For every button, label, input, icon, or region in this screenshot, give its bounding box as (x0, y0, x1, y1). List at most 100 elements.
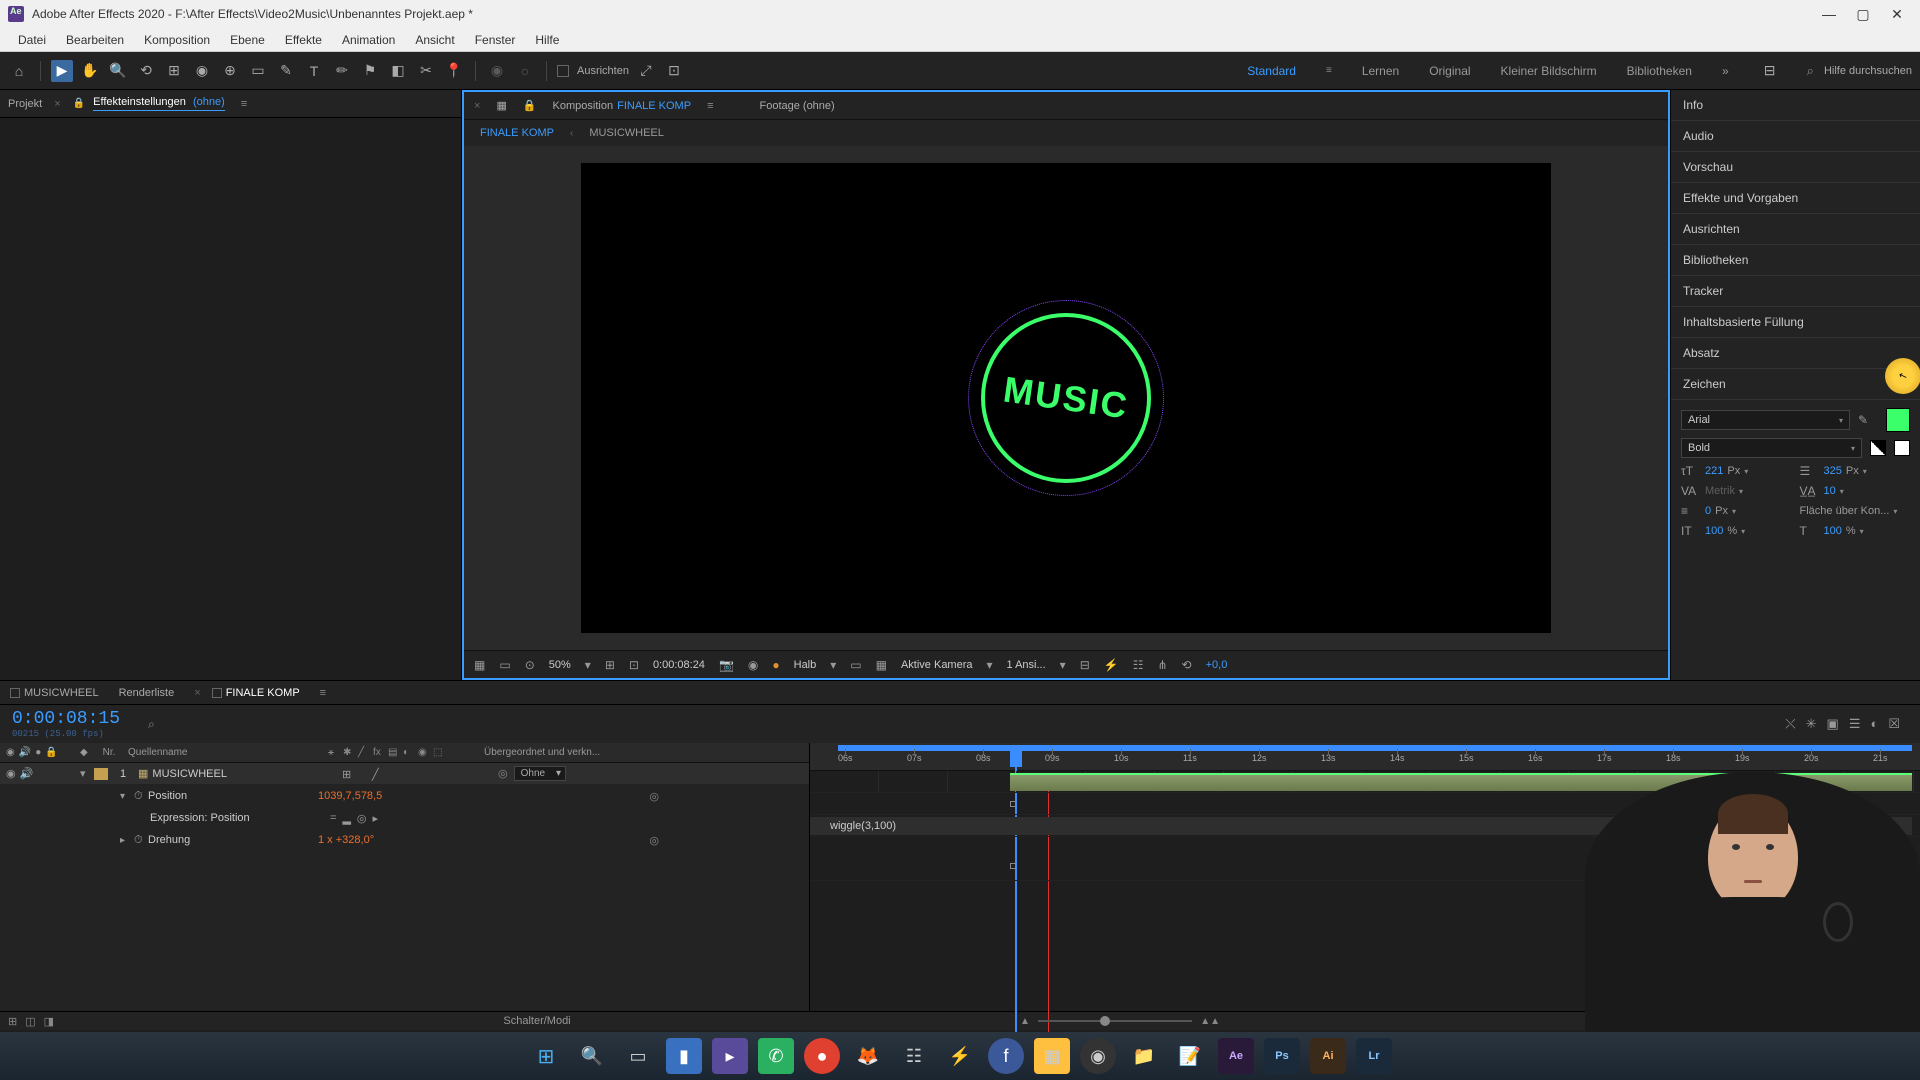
switches-modes-toggle[interactable]: Schalter/Modi (54, 1015, 1020, 1027)
stroke-width-value[interactable]: 0 (1705, 505, 1711, 517)
menu-datei[interactable]: Datei (8, 33, 56, 47)
color-mgmt-icon[interactable]: ● (772, 658, 779, 672)
keyframe-marker[interactable] (1010, 801, 1016, 807)
close-button[interactable]: ✕ (1890, 7, 1904, 21)
menu-hilfe[interactable]: Hilfe (525, 33, 569, 47)
chevron-down-icon[interactable]: ▾ (1840, 487, 1844, 496)
motion-blur-switch-icon[interactable]: ◐ (403, 747, 415, 758)
panel-zeichen[interactable]: Zeichen ≡ (1671, 369, 1920, 400)
ruler-tick[interactable]: 12s (1252, 753, 1267, 763)
no-fill-icon[interactable] (1870, 440, 1886, 456)
tab-finale-komp[interactable]: × FINALE KOMP (194, 687, 299, 699)
snap-grid-icon[interactable]: ⊡ (663, 60, 685, 82)
chevron-down-icon[interactable]: ▾ (1741, 527, 1745, 536)
taskbar-app-icon[interactable]: ☷ (896, 1038, 932, 1074)
leading-value[interactable]: 325 (1824, 465, 1842, 477)
prop-rotation-value[interactable]: 1 x +328,0° (318, 834, 374, 846)
playhead[interactable] (1010, 751, 1022, 767)
fx-switch-icon[interactable]: fx (373, 747, 385, 758)
chevron-down-icon[interactable]: ▾ (1860, 527, 1864, 536)
ruler-tick[interactable]: 13s (1321, 753, 1336, 763)
taskbar-start-icon[interactable]: ⊞ (528, 1038, 564, 1074)
viewer-lock-icon[interactable]: ▦ (496, 99, 506, 112)
comp-flowchart-icon[interactable]: ⤬ (1785, 716, 1795, 732)
lock-icon[interactable]: 🔒 (73, 98, 85, 109)
tab-effekteinstellungen[interactable]: Effekteinstellungen (ohne) (93, 96, 225, 111)
audio-toggle-icon[interactable]: 🔊 (20, 767, 34, 780)
lock-column-icon[interactable]: 🔒 (45, 747, 57, 758)
collapse-transform-switch[interactable]: ⊞ (342, 768, 354, 780)
dropdown-icon[interactable]: ▾ (830, 658, 836, 672)
menu-bearbeiten[interactable]: Bearbeiten (56, 33, 134, 47)
snapping-options-icon[interactable]: ⤢ (635, 60, 657, 82)
taskbar-taskview-icon[interactable]: ▭ (620, 1038, 656, 1074)
pickwhip-icon[interactable]: ◎ (649, 834, 659, 847)
breadcrumb-musicwheel[interactable]: MUSICWHEEL (589, 127, 664, 139)
menu-animation[interactable]: Animation (332, 33, 405, 47)
zoom-slider[interactable] (1038, 1020, 1192, 1022)
zoom-dropdown-icon[interactable]: ▾ (585, 658, 591, 672)
taskbar-app-icon[interactable]: ▸ (712, 1038, 748, 1074)
stopwatch-icon[interactable]: ⏱ (134, 834, 148, 847)
ruler-tick[interactable]: 06s (838, 753, 853, 763)
home-icon[interactable]: ⌂ (8, 60, 30, 82)
ruler-tick[interactable]: 14s (1390, 753, 1405, 763)
current-timecode[interactable]: 0:00:08:15 00215 (25.00 fps) (0, 705, 132, 743)
taskbar-illustrator-icon[interactable]: Ai (1310, 1038, 1346, 1074)
chevron-down-icon[interactable]: ▾ (1863, 467, 1867, 476)
views-dropdown[interactable]: 1 Ansi... (1007, 659, 1046, 671)
ruler-tick[interactable]: 09s (1045, 753, 1060, 763)
pen-tool-icon[interactable]: ✎ (275, 60, 297, 82)
panel-menu-icon[interactable]: ≡ (707, 100, 713, 112)
shy-switch-icon[interactable]: ⚹ (328, 747, 340, 758)
safe-zones-icon[interactable]: ⊞ (605, 658, 615, 672)
solo-column-icon[interactable]: ● (35, 747, 41, 758)
panel-vorschau[interactable]: Vorschau (1671, 152, 1920, 183)
ruler-tick[interactable]: 11s (1183, 753, 1197, 763)
panel-absatz[interactable]: Absatz (1671, 338, 1920, 369)
render-toggle-icon[interactable]: ▭ (499, 658, 510, 672)
column-name[interactable]: Quellenname (124, 747, 324, 758)
layer-twirl[interactable]: ▾ (80, 767, 94, 780)
panel-tracker[interactable]: Tracker (1671, 276, 1920, 307)
tab-projekt[interactable]: Projekt (8, 98, 42, 110)
brush-tool-icon[interactable]: ✏ (331, 60, 353, 82)
stroke-color-swatch[interactable] (1894, 440, 1910, 456)
viewer-lock-closed-icon[interactable]: 🔒 (523, 99, 537, 112)
toggle-modes-icon[interactable]: ◫ (25, 1015, 35, 1028)
show-channel-icon[interactable]: ◉ (748, 658, 758, 672)
taskbar-facebook-icon[interactable]: f (988, 1038, 1024, 1074)
expression-language-icon[interactable]: ▸ (373, 812, 379, 825)
chevron-down-icon[interactable]: ▾ (1744, 467, 1748, 476)
taskbar-aftereffects-icon[interactable]: Ae (1218, 1038, 1254, 1074)
shape-tool-icon[interactable]: ▭ (247, 60, 269, 82)
taskbar-app-icon[interactable]: ● (804, 1038, 840, 1074)
font-size-value[interactable]: 221 (1705, 465, 1723, 477)
eraser-tool-icon[interactable]: ◧ (387, 60, 409, 82)
text-tool-icon[interactable]: T (303, 60, 325, 82)
roto-tool-icon[interactable]: ✂ (415, 60, 437, 82)
rotate-tool-icon[interactable]: ⊞ (163, 60, 185, 82)
selection-tool-icon[interactable]: ▶ (51, 60, 73, 82)
hide-shy-icon[interactable]: ▣ (1827, 716, 1839, 732)
fast-preview-icon[interactable]: ⚡ (1104, 658, 1119, 672)
pickwhip-icon[interactable]: ◎ (649, 790, 659, 803)
workspace-kleiner[interactable]: Kleiner Bildschirm (1501, 64, 1597, 78)
tab-musicwheel[interactable]: MUSICWHEEL (10, 687, 99, 699)
taskbar-whatsapp-icon[interactable]: ✆ (758, 1038, 794, 1074)
frame-blend-switch-icon[interactable]: ▤ (388, 747, 400, 758)
layer-search[interactable]: ⌕ (148, 717, 155, 732)
workspace-reset-icon[interactable]: ⊟ (1759, 60, 1781, 82)
kerning-value[interactable]: Metrik (1705, 485, 1735, 497)
resolution-dropdown[interactable]: Halb (794, 659, 817, 671)
mask-toggle-icon[interactable]: ⊙ (525, 658, 535, 672)
zoom-dropdown[interactable]: 50% (549, 659, 571, 671)
visibility-toggle-icon[interactable]: ◉ (6, 767, 16, 780)
panel-audio[interactable]: Audio (1671, 121, 1920, 152)
menu-komposition[interactable]: Komposition (134, 33, 220, 47)
exposure-value[interactable]: +0,0 (1206, 659, 1228, 671)
taskbar-search-icon[interactable]: 🔍 (574, 1038, 610, 1074)
parent-dropdown[interactable]: Ohne (514, 766, 566, 781)
exposure-reset-icon[interactable]: ⟲ (1182, 658, 1192, 672)
layer-color-icon[interactable] (94, 768, 108, 780)
